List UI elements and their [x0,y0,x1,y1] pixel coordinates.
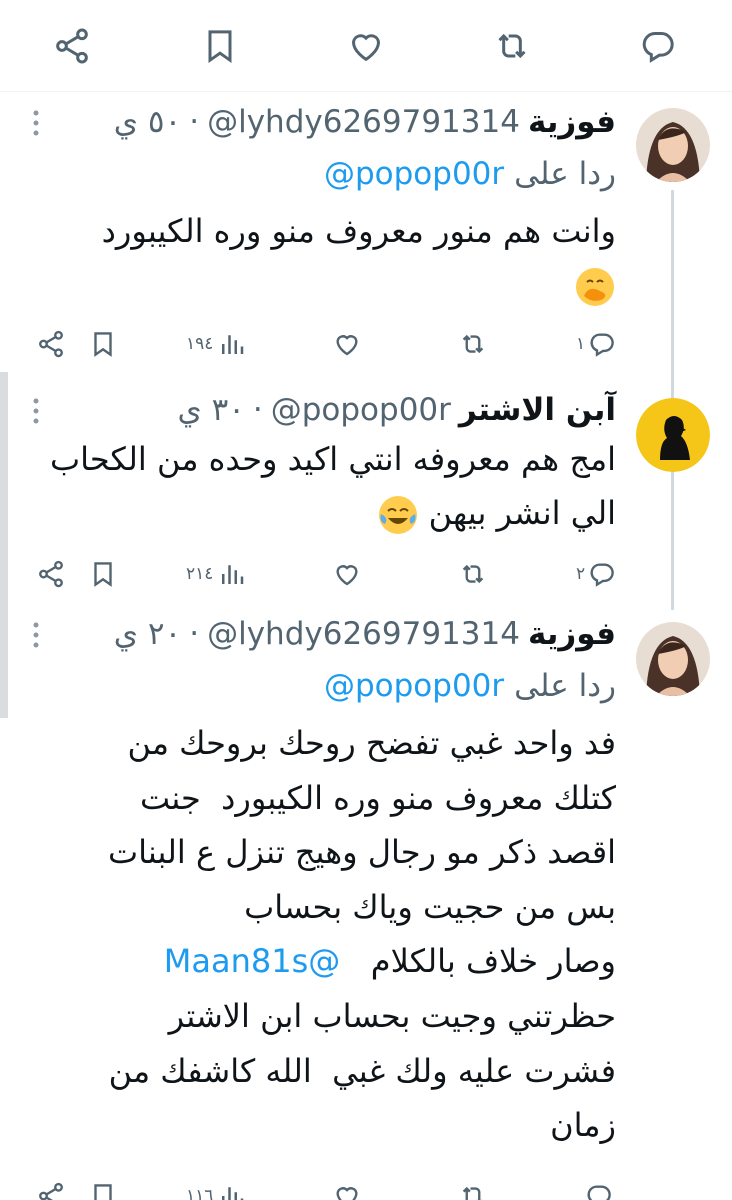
tweet-text: امج هم معروفه انتي اكيد وحده من الكحاب ا… [16,432,616,540]
user-handle[interactable]: @popop00r [271,392,451,428]
tweet-text-line: بس من حجيت وياك بحساب [244,887,616,926]
tweet-text-line: اقصد ذكر مو رجال وهيج تنزل ع البنات [107,833,616,872]
tweet-text-line: زمان [550,1106,616,1145]
tweet-text-line: حظرتني وجيت بحساب ابن الاشتر [168,996,616,1035]
reply-count: ١ [576,334,586,354]
avatar[interactable] [636,398,710,472]
separator-dot: · [252,392,263,428]
bookmark-icon[interactable] [200,26,240,66]
focused-tweet-action-bar [0,0,732,92]
mention-link[interactable]: @popop00r [324,668,504,704]
timestamp[interactable]: ٢٠ ي [114,616,181,652]
tweet-header: آبن الاشتر @popop00r · ٣٠ ي [16,390,616,430]
reply-icon[interactable] [638,26,678,66]
views-count[interactable]: ٢١٤ [186,554,247,594]
avatar[interactable] [636,108,710,182]
tweet-text-line: فد واحد غبي تفضح روحك بروحك من [127,724,616,762]
tweet-action-bar: ٢١٤ ٢ [0,554,732,594]
retweet-icon[interactable] [458,554,488,594]
tweet-1[interactable]: فوزية @lyhdy6269791314 · ٥٠ ي ردا على @p… [0,92,732,368]
replying-to-label: ردا على [514,668,616,704]
hand-over-mouth-emoji [574,266,616,308]
like-icon[interactable] [332,324,362,364]
views-number: ٢١٤ [186,564,214,584]
mention-link[interactable]: @popop00r [324,156,504,192]
tweet-text-content: وانت هم منور معروف منو وره الكيبورد [101,212,616,250]
views-number: ١١٦ [186,1186,214,1200]
tweet-text: وانت هم منور معروف منو وره الكيبورد [16,204,616,312]
tweet-text-line-with-mention: وصار خلاف بالكلام @Maan81s [16,934,616,989]
tweet-text-line: كتلك معروف منو وره الكيبورد جنت [139,778,616,817]
reply-count: ٢ [576,564,586,584]
mention-link[interactable]: @Maan81s [164,942,341,980]
replying-to-label: ردا على [514,156,616,192]
like-icon[interactable] [346,26,386,66]
share-icon[interactable] [36,554,66,594]
retweet-icon[interactable] [492,26,532,66]
bookmark-icon[interactable] [88,554,118,594]
timestamp[interactable]: ٣٠ ي [177,392,244,428]
reply-button[interactable]: ١ [576,324,617,364]
views-count[interactable]: ١١٦ [186,1176,247,1200]
bookmark-icon[interactable] [88,1176,118,1200]
share-icon[interactable] [52,26,92,66]
user-handle[interactable]: @lyhdy6269791314 [207,104,520,140]
tweet-3[interactable]: فوزية @lyhdy6269791314 · ٢٠ ي ردا على @p… [0,606,732,1200]
tears-of-joy-emoji [377,494,419,536]
user-handle[interactable]: @lyhdy6269791314 [207,616,520,652]
tweet-header: فوزية @lyhdy6269791314 · ٢٠ ي [16,614,616,654]
views-number: ١٩٤ [186,334,214,354]
analytics-icon [222,335,244,354]
tweet-text-line: وصار خلاف بالكلام [370,942,616,981]
analytics-icon [222,1187,244,1200]
tweet-header: فوزية @lyhdy6269791314 · ٥٠ ي [16,102,616,142]
separator-dot: · [189,104,200,140]
analytics-icon [222,565,244,584]
tweet-text-line: فشرت عليه ولك غبي الله كاشفك من [108,1051,616,1090]
separator-dot: · [189,616,200,652]
more-options-icon[interactable] [26,108,46,138]
like-icon[interactable] [332,554,362,594]
tweet-2[interactable]: آبن الاشتر @popop00r · ٣٠ ي امج هم معروف… [0,368,732,606]
more-options-icon[interactable] [26,396,46,426]
avatar[interactable] [636,622,710,696]
reply-button[interactable]: ٢ [576,554,617,594]
display-name[interactable]: آبن الاشتر [459,392,616,428]
tweet-action-bar: ١١٦ [0,1176,732,1200]
reply-icon [590,563,614,587]
replying-to: ردا على @popop00r [16,664,616,708]
more-options-icon[interactable] [26,620,46,650]
reply-button[interactable] [584,1176,614,1200]
display-name[interactable]: فوزية [528,616,616,652]
like-icon[interactable] [332,1176,362,1200]
display-name[interactable]: فوزية [528,104,616,140]
tweet-text-content: امج هم معروفه انتي اكيد وحده من الكحاب ا… [39,440,616,532]
replying-to: ردا على @popop00r [16,152,616,196]
share-icon[interactable] [36,1176,66,1200]
share-icon[interactable] [36,324,66,364]
views-count[interactable]: ١٩٤ [186,324,247,364]
reply-icon [587,1185,611,1200]
retweet-icon[interactable] [458,1176,488,1200]
timestamp[interactable]: ٥٠ ي [114,104,181,140]
tweet-text: فد واحد غبي تفضح روحك بروحك من كتلك معروف… [16,716,616,1153]
reply-icon [590,333,614,357]
bookmark-icon[interactable] [88,324,118,364]
tweet-action-bar: ١٩٤ ١ [0,324,732,364]
retweet-icon[interactable] [458,324,488,364]
